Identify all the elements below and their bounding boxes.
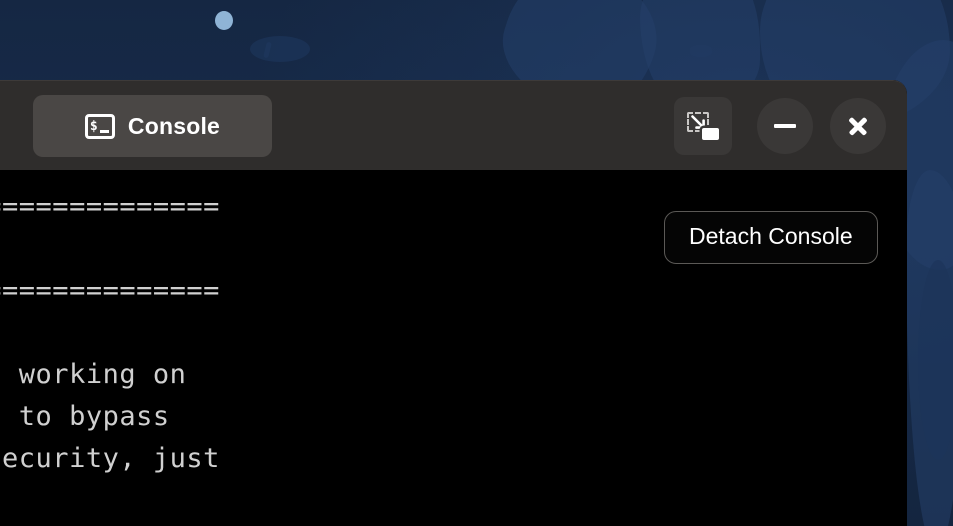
detach-console-tooltip: Detach Console bbox=[664, 211, 878, 264]
wallpaper-shape bbox=[250, 36, 310, 62]
terminal-icon-prompt: $ bbox=[89, 118, 98, 134]
detach-console-button[interactable] bbox=[674, 97, 732, 155]
minimize-icon bbox=[774, 124, 796, 128]
console-window: $ Console ===================== ========… bbox=[0, 80, 907, 526]
tab-console-label: Console bbox=[127, 112, 221, 139]
minimize-button[interactable] bbox=[757, 98, 813, 154]
terminal-icon-cursor bbox=[99, 130, 109, 133]
tab-console[interactable]: $ Console bbox=[33, 95, 272, 157]
detach-window-icon bbox=[687, 112, 719, 140]
moon-icon bbox=[215, 11, 233, 30]
detach-icon-target bbox=[702, 128, 719, 140]
close-button[interactable] bbox=[830, 98, 886, 154]
detach-console-tooltip-label: Detach Console bbox=[689, 223, 853, 249]
terminal-icon: $ bbox=[84, 113, 115, 139]
console-output-text: ===================== ==================… bbox=[0, 191, 220, 474]
wallpaper-shape bbox=[690, 45, 712, 57]
window-titlebar: $ Console bbox=[0, 80, 907, 170]
close-icon bbox=[846, 114, 870, 138]
wallpaper-shape bbox=[918, 260, 953, 460]
